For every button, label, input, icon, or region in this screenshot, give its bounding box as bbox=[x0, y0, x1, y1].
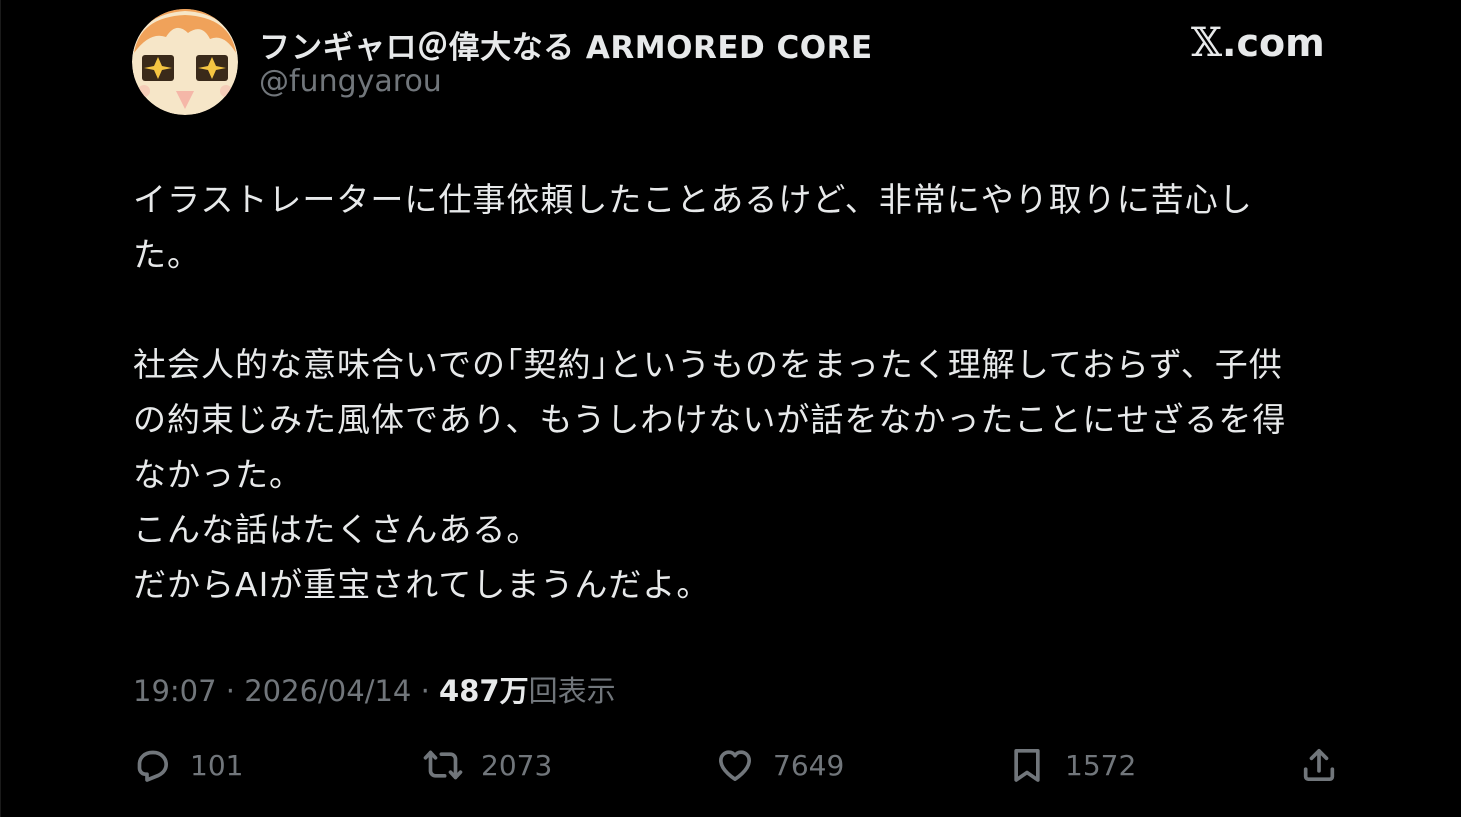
tweet-line: 社会人的な意味合いでの｢契約｣というものをまったく理解しておらず、子供 bbox=[133, 345, 1283, 384]
like-button[interactable]: 7649 bbox=[715, 740, 844, 790]
tweet-meta: 19:07 · 2026/04/14 · 487万回表示 bbox=[133, 668, 616, 710]
retweet-count: 2073 bbox=[481, 748, 553, 782]
views-label: 回表示 bbox=[528, 674, 616, 708]
like-count: 7649 bbox=[773, 748, 845, 782]
bookmark-icon bbox=[1014, 749, 1040, 782]
share-icon bbox=[1303, 749, 1335, 781]
tweet-time[interactable]: 19:07 bbox=[133, 674, 217, 708]
reply-count: 101 bbox=[190, 748, 244, 782]
reply-button[interactable]: 101 bbox=[132, 740, 243, 790]
meta-separator: · bbox=[225, 674, 236, 708]
tweet-line: の約束じみた風体であり、もうしわけないが話をなかったことにせざるを得 bbox=[133, 400, 1287, 439]
bookmark-count: 1572 bbox=[1065, 748, 1137, 782]
tweet-screenshot: フンギャロ＠偉大なる ARMORED CORE @fungyarou 𝕏.com… bbox=[0, 0, 1461, 817]
brand-domain: .com bbox=[1222, 21, 1325, 65]
tweet-line: こんな話はたくさんある。 bbox=[133, 510, 541, 549]
avatar[interactable] bbox=[132, 9, 238, 115]
tweet-text: イラストレーターに仕事依頼したことあるけど、非常にやり取りに苦心し た。 社会人… bbox=[133, 172, 1348, 612]
tweet-date[interactable]: 2026/04/14 bbox=[244, 674, 411, 708]
avatar-image bbox=[132, 9, 238, 115]
meta-separator: · bbox=[420, 674, 430, 708]
tweet-line: イラストレーターに仕事依頼したことあるけど、非常にやり取りに苦心し bbox=[133, 180, 1253, 219]
handle[interactable]: @fungyarou bbox=[259, 64, 442, 99]
tweet-line: た。 bbox=[133, 235, 201, 274]
heart-icon bbox=[719, 750, 751, 781]
retweet-button[interactable]: 2073 bbox=[423, 740, 552, 790]
display-name[interactable]: フンギャロ＠偉大なる ARMORED CORE bbox=[259, 22, 873, 67]
tweet-line: だからAIが重宝されてしまうんだよ。 bbox=[133, 565, 711, 604]
reply-icon bbox=[137, 750, 169, 782]
bookmark-button[interactable]: 1572 bbox=[1007, 740, 1136, 790]
retweet-icon bbox=[423, 750, 463, 780]
views-count: 487万 bbox=[439, 674, 529, 708]
share-button[interactable] bbox=[1299, 740, 1339, 790]
x-glyph: 𝕏 bbox=[1191, 20, 1223, 66]
action-bar: 101 2073 7649 1572 bbox=[1, 740, 1461, 790]
x-logo: 𝕏.com bbox=[1191, 20, 1325, 66]
tweet-line: なかった。 bbox=[133, 455, 303, 494]
